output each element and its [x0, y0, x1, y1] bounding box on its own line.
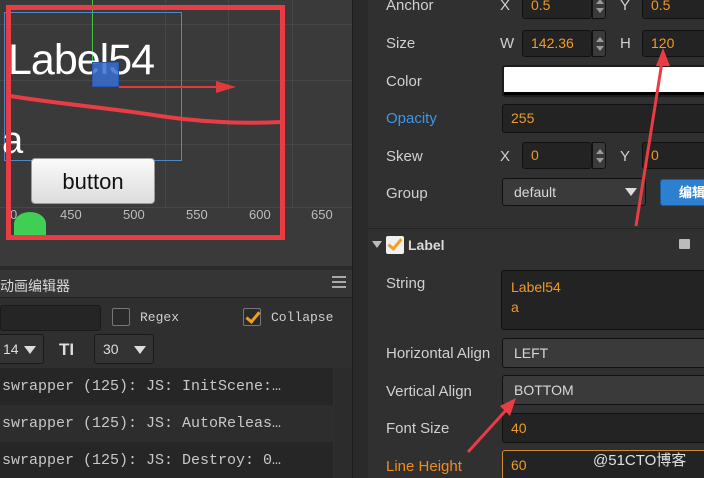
- filter-row: Regex Collapse: [0, 300, 352, 332]
- skew-y-letter: Y: [620, 148, 631, 165]
- log-scrollbar[interactable]: [334, 368, 352, 478]
- chevron-down-icon: [625, 188, 637, 196]
- anchor-label: Anchor: [386, 0, 434, 14]
- log-row[interactable]: swrapper (125): JS: Destroy: 0…: [0, 442, 333, 478]
- anchor-x-field[interactable]: 0.5: [522, 0, 592, 19]
- component-title: Label: [408, 237, 445, 253]
- help-book-icon[interactable]: [679, 239, 690, 249]
- group-label: Group: [386, 185, 428, 202]
- string-textarea[interactable]: Label54 a: [501, 270, 704, 330]
- size-h-letter: H: [620, 35, 631, 52]
- skew-x-stepper[interactable]: [592, 142, 606, 169]
- menu-icon[interactable]: [332, 276, 346, 288]
- opacity-field[interactable]: 255: [502, 104, 704, 133]
- size-w-letter: W: [500, 35, 515, 52]
- skew-y-field[interactable]: 0: [642, 142, 704, 169]
- font-select-value: 14: [3, 341, 19, 357]
- chevron-down-icon: [24, 346, 36, 354]
- panel-title[interactable]: 动画编辑器: [0, 276, 70, 296]
- group-select-value: default: [514, 184, 557, 200]
- string-line: Label54: [511, 279, 561, 295]
- size-select[interactable]: 30: [94, 334, 154, 364]
- size-w-field[interactable]: 142.36: [522, 30, 592, 57]
- string-line: a: [511, 299, 519, 315]
- skew-x-field[interactable]: 0: [522, 142, 592, 169]
- group-select[interactable]: default: [502, 178, 646, 206]
- font-size-field[interactable]: 40: [502, 413, 704, 443]
- log-row[interactable]: swrapper (125): JS: AutoReleas…: [0, 405, 333, 442]
- size-label: Size: [386, 35, 416, 52]
- scene-view[interactable]: Label54 a button 0 450 500 550 600 650: [0, 0, 352, 266]
- color-picker[interactable]: [502, 65, 704, 97]
- font-size-label: Font Size: [386, 420, 450, 437]
- anchor-x-letter: X: [500, 0, 511, 14]
- anchor-x-stepper[interactable]: [592, 0, 606, 19]
- horizontal-align-select[interactable]: LEFT: [502, 338, 704, 368]
- watermark: @51CTO博客: [593, 452, 687, 469]
- font-row: 14 TI 30: [0, 332, 352, 364]
- line-height-label[interactable]: Line Height: [386, 458, 462, 475]
- edit-group-button[interactable]: 编辑: [660, 179, 704, 206]
- size-w-stepper[interactable]: [592, 30, 606, 57]
- vertical-align-select[interactable]: BOTTOM: [502, 375, 704, 405]
- filter-input[interactable]: [0, 305, 101, 331]
- animation-editor-panel: 动画编辑器 Regex Collapse 14 TI 30 swrapper (…: [0, 270, 352, 478]
- fold-arrow-icon[interactable]: [372, 241, 382, 248]
- chevron-down-icon: [134, 346, 146, 354]
- anchor-y-letter: Y: [620, 0, 631, 14]
- regex-label: Regex: [140, 310, 180, 325]
- size-select-value: 30: [103, 341, 119, 357]
- anchor-y-field[interactable]: 0.5: [642, 0, 704, 19]
- panel-header: 动画编辑器: [0, 270, 352, 298]
- opacity-label[interactable]: Opacity: [386, 110, 437, 127]
- font-select[interactable]: 14: [0, 334, 44, 364]
- collapse-checkbox[interactable]: [243, 308, 261, 326]
- annotation-box: [6, 5, 285, 240]
- text-size-icon[interactable]: TI: [59, 340, 74, 360]
- skew-label: Skew: [386, 148, 423, 165]
- inspector-panel: Anchor X 0.5 Y 0.5 Size W 142.36 H 120 C…: [368, 0, 704, 478]
- color-label: Color: [386, 73, 422, 90]
- label-component-header[interactable]: Label: [368, 228, 704, 260]
- log-list[interactable]: swrapper (125): JS: InitScene:… swrapper…: [0, 368, 333, 478]
- collapse-label: Collapse: [271, 310, 334, 325]
- horizontal-align-label: Horizontal Align: [386, 345, 491, 362]
- log-row[interactable]: swrapper (125): JS: InitScene:…: [0, 368, 333, 405]
- string-label: String: [386, 275, 426, 292]
- vertical-align-label: Vertical Align: [386, 383, 472, 400]
- panel-divider[interactable]: [352, 0, 368, 478]
- component-enabled-checkbox[interactable]: [386, 236, 404, 254]
- skew-x-letter: X: [500, 148, 511, 165]
- size-h-field[interactable]: 120: [642, 30, 704, 57]
- regex-checkbox[interactable]: [112, 308, 130, 326]
